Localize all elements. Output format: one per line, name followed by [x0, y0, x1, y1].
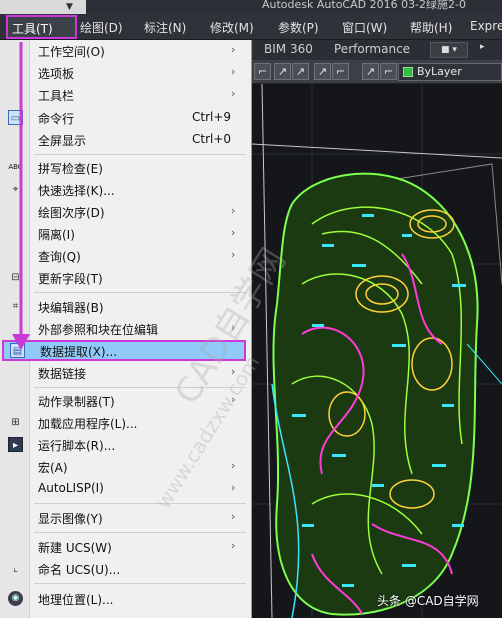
annotation-arrow — [12, 42, 30, 350]
source-brand: 头条 @CAD自学网 — [377, 594, 479, 608]
